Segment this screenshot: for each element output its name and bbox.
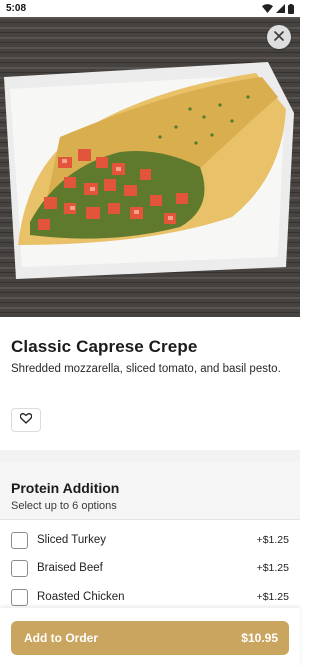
option-price: +$1.25 xyxy=(256,534,289,546)
add-to-order-button[interactable]: Add to Order $10.95 xyxy=(11,621,289,655)
status-icons xyxy=(262,3,294,14)
close-icon xyxy=(274,28,284,46)
battery-icon xyxy=(288,3,294,14)
bottom-bar: Add to Order $10.95 xyxy=(0,608,300,667)
option-label: Sliced Turkey xyxy=(37,534,107,546)
hero-image xyxy=(0,17,300,317)
checkbox[interactable] xyxy=(11,560,28,577)
option-label: Roasted Chicken xyxy=(37,591,125,603)
item-title: Classic Caprese Crepe xyxy=(11,337,198,356)
item-description: Shredded mozzarella, sliced tomato, and … xyxy=(11,363,281,375)
favorite-button[interactable] xyxy=(11,408,41,432)
checkbox[interactable] xyxy=(11,589,28,606)
option-price: +$1.25 xyxy=(256,562,289,574)
wifi-icon xyxy=(262,4,273,13)
protein-addition-header: Protein Addition Select up to 6 options xyxy=(0,462,300,520)
option-sliced-turkey[interactable]: Sliced Turkey +$1.25 xyxy=(0,527,300,555)
status-time: 5:08 xyxy=(6,3,27,14)
crepe-photo xyxy=(0,17,300,317)
section-title: Protein Addition xyxy=(11,480,120,496)
section-divider xyxy=(0,450,300,462)
add-to-order-label: Add to Order xyxy=(24,631,98,645)
option-price: +$1.25 xyxy=(256,591,289,603)
item-info: Classic Caprese Crepe Shredded mozzarell… xyxy=(0,317,300,450)
status-bar: 5:08 xyxy=(0,0,300,17)
option-braised-beef[interactable]: Braised Beef +$1.25 xyxy=(0,555,300,583)
close-button[interactable] xyxy=(267,25,291,49)
checkbox[interactable] xyxy=(11,532,28,549)
heart-icon xyxy=(19,411,33,429)
section-subtitle: Select up to 6 options xyxy=(11,500,117,512)
signal-icon xyxy=(276,4,285,13)
order-total: $10.95 xyxy=(241,631,278,645)
option-label: Braised Beef xyxy=(37,562,103,574)
